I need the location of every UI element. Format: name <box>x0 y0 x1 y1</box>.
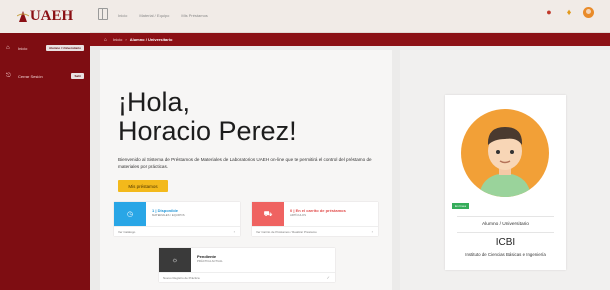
card-footer-label: Ver Catálogo <box>118 230 136 234</box>
breadcrumb-separator: › <box>125 37 127 42</box>
card-disponible[interactable]: ◷ 1 | Disponible MATERIALES / EQUIPOS Ve… <box>114 202 240 236</box>
profile-institute: ICBI <box>495 237 516 248</box>
profile-card: En línea Alumno / Universitario ICBI Ins… <box>445 95 566 270</box>
clock-icon: ◷ <box>114 202 146 226</box>
sidebar-item-badge: Alumno / Universitario <box>45 45 84 51</box>
flame-icon[interactable]: ♦ <box>563 6 575 18</box>
sidebar: UAEH ⌂ Inicio Alumno / Universitario ⎋ C… <box>0 0 90 290</box>
cart-icon: ⛟ <box>252 202 284 226</box>
mis-prestamos-button[interactable]: Mis préstamos <box>118 180 168 192</box>
user-avatar-icon[interactable] <box>583 7 594 18</box>
card-footer-label: Nuevo Registro de Práctica <box>163 276 200 280</box>
sidebar-item-label: Cerrar Sesión <box>18 73 43 79</box>
card-footer-link[interactable]: Nuevo Registro de Práctica ✓ <box>159 272 335 282</box>
map-pin-icon[interactable]: ● <box>543 6 555 18</box>
sidebar-item-badge: Salir <box>71 73 84 79</box>
user-name: Horacio Perez! <box>118 116 297 146</box>
bulb-icon: ☼ <box>159 248 191 272</box>
breadcrumb-home[interactable]: Inicio <box>113 37 122 42</box>
intro-text: Bienvenido al Sistema de Préstamos de Ma… <box>118 157 372 169</box>
mis-prestamos-label: Mis préstamos <box>128 183 158 189</box>
brand-logo[interactable]: UAEH <box>0 0 90 33</box>
sidebar-toggle-icon[interactable] <box>98 8 108 20</box>
card-pendiente[interactable]: ☼ Pendiente PRÁCTICA ACTUAL Nuevo Regist… <box>159 248 335 282</box>
check-icon: ✓ <box>326 275 330 280</box>
profile-role: Alumno / Universitario <box>482 222 529 227</box>
card-footer-link[interactable]: Ver Catálogo › <box>114 226 240 236</box>
card-footer-link[interactable]: Ver Carrito de Préstamos / Realizar Prés… <box>252 226 378 236</box>
sidebar-item-cerrar-sesion[interactable]: ⎋ Cerrar Sesión Salir <box>0 69 90 83</box>
top-icons: ● ♦ <box>543 6 594 18</box>
main-panel: ¡Hola, Horacio Perez! Bienvenido al Sist… <box>100 50 392 290</box>
profile-institute-full: Instituto de Ciencias Básicas e Ingenier… <box>465 252 546 257</box>
top-nav: Inicio Material / Equipo Mis Préstamos <box>118 13 208 18</box>
top-nav-mis-prestamos[interactable]: Mis Préstamos <box>181 13 207 18</box>
card-subtitle: ARTÍCULOS <box>290 213 306 217</box>
top-nav-inicio[interactable]: Inicio <box>118 13 127 18</box>
card-footer-label: Ver Carrito de Préstamos / Realizar Prés… <box>256 230 317 234</box>
status-badge: En línea <box>452 203 470 209</box>
divider <box>457 232 554 233</box>
logo-mark-icon <box>16 10 29 22</box>
sidebar-item-label: Inicio <box>18 45 28 51</box>
avatar <box>461 109 549 197</box>
logout-icon: ⎋ <box>6 73 11 79</box>
greeting: ¡Hola, <box>118 87 191 117</box>
breadcrumb: ⌂ Inicio › Alumno / Universitario <box>90 33 610 46</box>
sidebar-item-inicio[interactable]: ⌂ Inicio Alumno / Universitario <box>0 41 90 55</box>
arrow-right-icon: › <box>371 229 373 234</box>
avatar-illustration <box>479 127 531 197</box>
card-subtitle: PRÁCTICA ACTUAL <box>197 259 223 263</box>
top-bar: Inicio Material / Equipo Mis Préstamos ●… <box>90 0 610 33</box>
top-nav-material[interactable]: Material / Equipo <box>139 13 169 18</box>
arrow-right-icon: › <box>233 229 235 234</box>
card-carrito[interactable]: ⛟ 0 | En el carrito de préstamos ARTÍCUL… <box>252 202 378 236</box>
home-icon: ⌂ <box>6 45 10 51</box>
card-subtitle: MATERIALES / EQUIPOS <box>152 213 185 217</box>
divider <box>457 216 554 217</box>
breadcrumb-current: Alumno / Universitario <box>129 37 173 42</box>
home-icon[interactable]: ⌂ <box>104 37 107 43</box>
logo-text: UAEH <box>29 8 74 24</box>
